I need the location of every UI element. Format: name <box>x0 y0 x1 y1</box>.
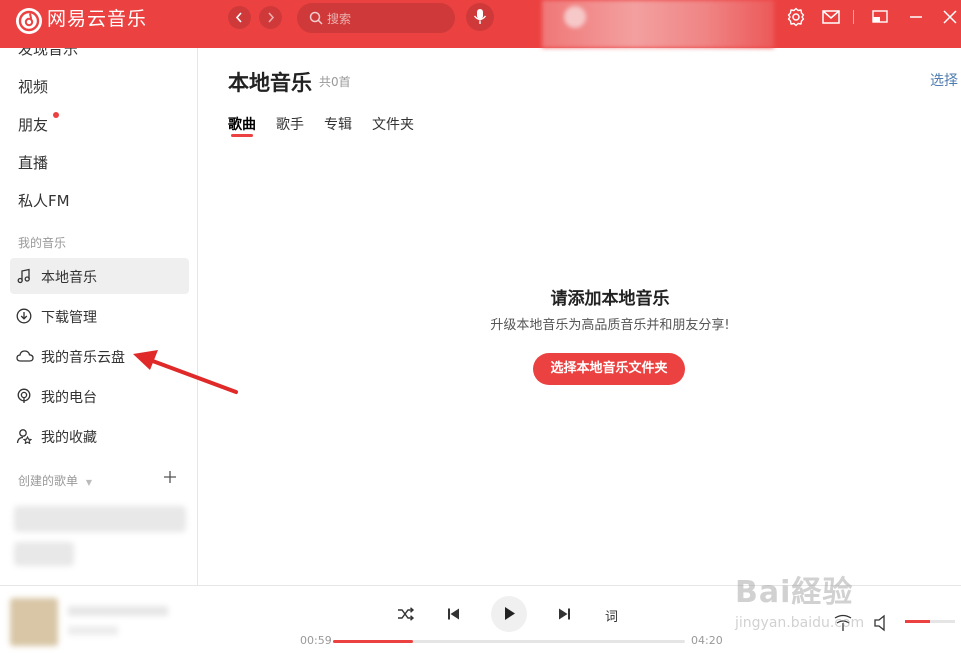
shuffle-icon[interactable] <box>397 606 415 622</box>
sidebar-item-private-fm[interactable]: 私人FM <box>18 190 70 211</box>
mini-mode-icon[interactable] <box>870 6 890 28</box>
back-icon <box>235 12 242 23</box>
app-title: 网易云音乐 <box>47 8 148 30</box>
sidebar-item-label: 下载管理 <box>41 310 97 326</box>
forward-icon <box>268 12 275 23</box>
minimize-icon[interactable] <box>906 6 926 28</box>
watermark: Bai経验 jingyan.baidu.com <box>735 567 945 637</box>
created-playlists-heading[interactable]: 创建的歌单 ▼ <box>18 472 92 489</box>
now-playing-blurred[interactable] <box>10 598 206 657</box>
search-icon <box>309 11 323 25</box>
sidebar-item-label: 我的音乐云盘 <box>41 350 125 366</box>
mic-icon <box>473 9 487 24</box>
download-icon <box>16 308 32 324</box>
back-button[interactable] <box>228 6 251 29</box>
sidebar: 发现音乐 视频 朋友 直播 私人FM 我的音乐 本地音乐 下载管理 我的音乐云盘… <box>0 48 198 585</box>
sidebar-item-live[interactable]: 直播 <box>18 152 48 173</box>
voice-search-button[interactable] <box>466 3 494 31</box>
tab-songs[interactable]: 歌曲 <box>228 114 256 134</box>
title-bar: 网易云音乐 搜索 <box>0 0 961 48</box>
avatar <box>564 6 586 28</box>
page-title: 本地音乐 <box>228 71 312 95</box>
tab-albums[interactable]: 专辑 <box>324 114 352 134</box>
lyrics-button[interactable]: 词 <box>605 606 618 625</box>
previous-icon[interactable] <box>447 607 461 621</box>
sidebar-item-radio[interactable]: 我的电台 <box>10 378 189 414</box>
sidebar-item-label: 本地音乐 <box>41 270 97 286</box>
forward-button[interactable] <box>259 6 282 29</box>
sidebar-item-label: 我的收藏 <box>41 430 97 446</box>
sidebar-item-friends[interactable]: 朋友 <box>18 114 48 135</box>
notification-dot <box>53 112 59 118</box>
play-button[interactable] <box>491 596 527 632</box>
caret-down-icon: ▼ <box>85 478 92 487</box>
playlist-item-blurred[interactable] <box>14 542 74 566</box>
current-time: 00:59 <box>300 634 332 647</box>
add-playlist-icon[interactable] <box>163 470 177 484</box>
music-note-icon <box>17 268 30 284</box>
title-bar-divider <box>853 10 854 24</box>
play-icon <box>505 607 515 620</box>
empty-state-subtitle: 升级本地音乐为高品质音乐并和朋友分享! <box>490 318 730 333</box>
sidebar-item-video[interactable]: 视频 <box>18 76 48 97</box>
choose-local-folder-button[interactable]: 选择本地音乐文件夹 <box>533 353 685 385</box>
progress-bar[interactable] <box>333 640 685 643</box>
total-time: 04:20 <box>691 634 723 647</box>
settings-icon[interactable] <box>786 6 806 28</box>
watermark-url: jingyan.baidu.com <box>735 615 865 631</box>
created-playlists-label: 创建的歌单 <box>18 474 79 488</box>
tab-folders[interactable]: 文件夹 <box>372 114 414 134</box>
progress-fill <box>333 640 413 643</box>
active-tab-indicator <box>231 134 253 137</box>
search-input[interactable]: 搜索 <box>297 3 455 33</box>
song-count: 共0首 <box>319 75 351 89</box>
mail-icon[interactable] <box>821 6 841 28</box>
watermark-logo: Bai経验 <box>735 575 854 610</box>
user-profile-area[interactable] <box>542 0 774 48</box>
sidebar-item-cloud-drive[interactable]: 我的音乐云盘 <box>10 338 189 374</box>
next-icon[interactable] <box>557 607 571 621</box>
cloud-icon <box>16 350 34 362</box>
sidebar-item-local-music[interactable]: 本地音乐 <box>10 258 189 294</box>
search-placeholder: 搜索 <box>327 12 352 26</box>
collection-icon <box>16 429 32 444</box>
sidebar-item-discover[interactable]: 发现音乐 <box>18 48 78 59</box>
radio-icon <box>17 388 31 403</box>
app-logo-icon <box>16 8 42 34</box>
my-music-heading: 我的音乐 <box>18 236 67 250</box>
sidebar-item-downloads[interactable]: 下载管理 <box>10 298 189 334</box>
close-icon[interactable] <box>940 6 960 28</box>
select-directory-link[interactable]: 选择 <box>930 70 958 90</box>
empty-state-title: 请添加本地音乐 <box>550 289 670 309</box>
sidebar-item-label: 我的电台 <box>41 390 97 406</box>
playlist-item-blurred[interactable] <box>14 506 186 532</box>
tab-artists[interactable]: 歌手 <box>276 114 304 134</box>
sidebar-item-favorites[interactable]: 我的收藏 <box>10 418 189 454</box>
